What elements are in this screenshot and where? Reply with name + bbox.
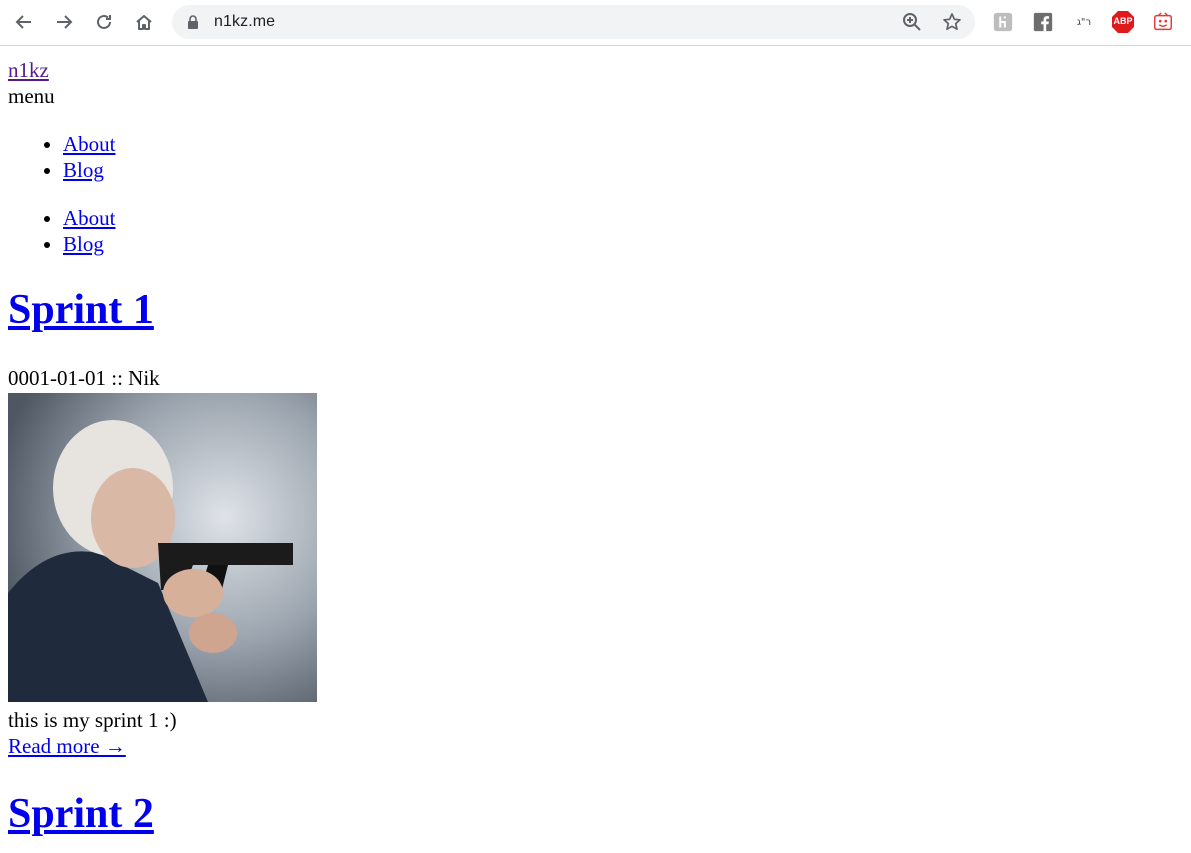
menu-item-blog: Blog bbox=[63, 231, 116, 257]
star-icon bbox=[943, 13, 961, 31]
post-image-illustration bbox=[8, 393, 317, 702]
about-link[interactable]: About bbox=[63, 206, 116, 230]
hebrew-text-extension-icon: ר"ג bbox=[1076, 16, 1092, 28]
adblock-plus-button[interactable]: ABP bbox=[1111, 10, 1135, 34]
main-menu: About Blog bbox=[8, 131, 116, 183]
back-button[interactable] bbox=[11, 9, 37, 35]
facebook-extension-button[interactable] bbox=[1031, 10, 1055, 34]
post-title-link[interactable]: Sprint 2 bbox=[8, 790, 154, 838]
post-title-link[interactable]: Sprint 1 bbox=[8, 286, 154, 334]
blog-link[interactable]: Blog bbox=[63, 232, 104, 256]
hola-extension-button[interactable] bbox=[991, 10, 1015, 34]
post-image bbox=[8, 393, 317, 702]
home-icon bbox=[136, 15, 152, 30]
back-arrow-icon bbox=[15, 15, 31, 29]
menu-item-blog: Blog bbox=[63, 157, 116, 183]
blog-link[interactable]: Blog bbox=[63, 158, 104, 182]
secondary-menu: About Blog bbox=[8, 205, 116, 257]
menu-trigger[interactable]: menu bbox=[8, 84, 55, 109]
zoom-button[interactable] bbox=[902, 12, 922, 32]
forward-arrow-icon bbox=[57, 15, 73, 29]
bookmark-star-button[interactable] bbox=[942, 12, 962, 32]
url-text[interactable]: n1kz.me bbox=[214, 13, 275, 31]
menu-item-about: About bbox=[63, 131, 116, 157]
reload-icon bbox=[97, 14, 111, 29]
post-excerpt: this is my sprint 1 :) bbox=[8, 708, 177, 732]
hebrew-text-extension-button[interactable]: ר"ג bbox=[1071, 10, 1097, 34]
lock-icon bbox=[188, 15, 198, 29]
hola-extension-icon bbox=[993, 12, 1013, 32]
menu-item-about: About bbox=[63, 205, 116, 231]
forward-button[interactable] bbox=[51, 9, 77, 35]
post-meta: 0001-01-01 :: Nik bbox=[8, 366, 160, 390]
reload-button[interactable] bbox=[91, 9, 117, 35]
read-more-link[interactable]: Read more → bbox=[8, 734, 126, 759]
facebook-extension-icon bbox=[1033, 12, 1053, 32]
red-extension-icon bbox=[1154, 12, 1172, 31]
red-extension-button[interactable] bbox=[1151, 10, 1175, 34]
home-button[interactable] bbox=[131, 9, 157, 35]
browser-toolbar: n1kz.me ר"ג ABP bbox=[0, 0, 1191, 46]
zoom-icon bbox=[903, 13, 921, 31]
web-page: n1kz menu About Blog About Blog Sprint 1… bbox=[0, 46, 1191, 853]
address-bar[interactable]: n1kz.me bbox=[172, 5, 975, 39]
about-link[interactable]: About bbox=[63, 132, 116, 156]
site-logo-link[interactable]: n1kz bbox=[8, 58, 49, 83]
